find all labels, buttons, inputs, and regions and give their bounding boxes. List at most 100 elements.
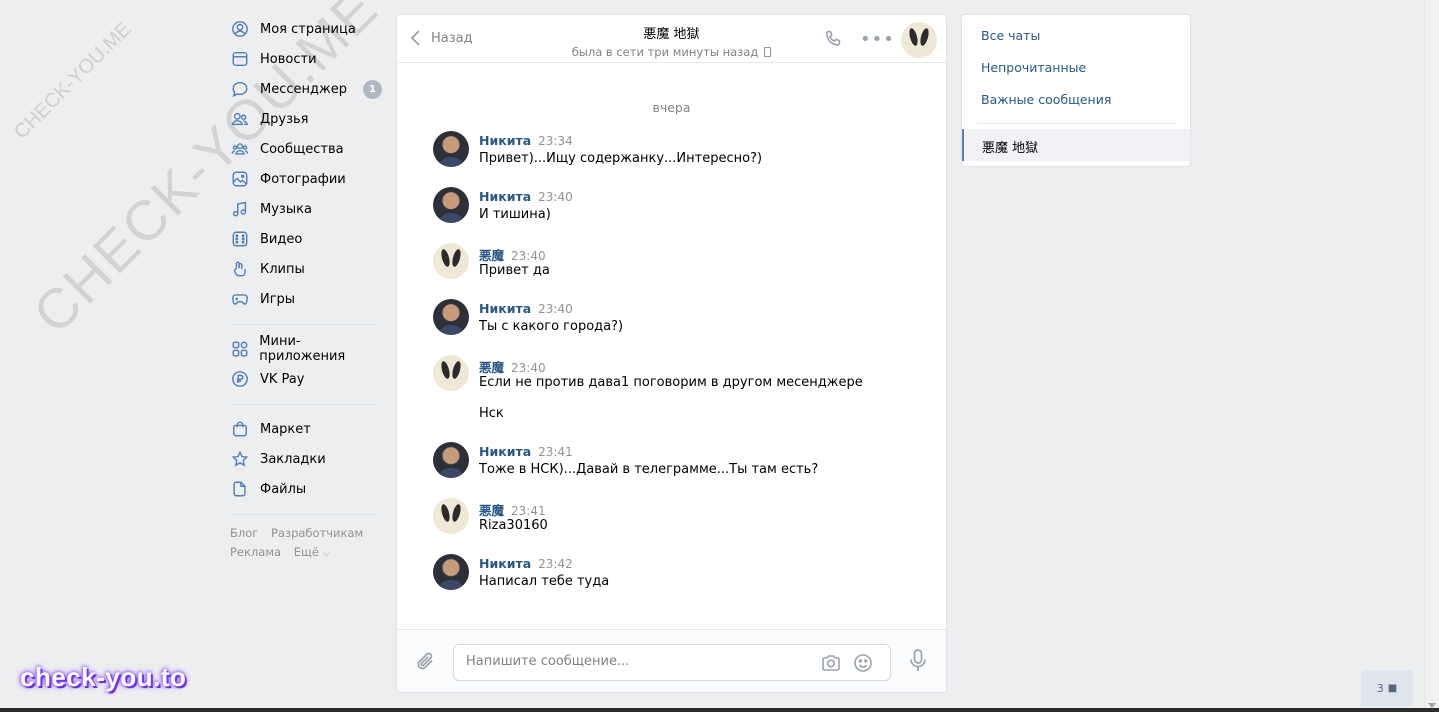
message-history: вчера Никита 23:34 Привет)...Ищу содержан…: [397, 64, 946, 629]
nav-item-photos[interactable]: Фотографии: [230, 164, 382, 194]
message-time: 23:40: [538, 302, 573, 316]
nav-divider: [230, 404, 378, 405]
footer-link-more[interactable]: Ещё ⌵: [294, 545, 339, 559]
message-time: 23:41: [511, 504, 546, 518]
filter-unread[interactable]: Непрочитанные: [981, 60, 1086, 75]
news-icon: [230, 49, 250, 69]
nav-item-bookmarks[interactable]: Закладки: [230, 444, 382, 474]
message-author[interactable]: Никита: [479, 189, 531, 204]
nav-item-music[interactable]: Музыка: [230, 194, 382, 224]
nav-label: Игры: [260, 291, 296, 307]
message-author[interactable]: Никита: [479, 133, 531, 148]
message-icon: [230, 79, 250, 99]
scroll-thumb[interactable]: [1428, 0, 1436, 640]
nav-item-games[interactable]: Игры: [230, 284, 382, 314]
panel-divider: [977, 123, 1177, 124]
message-time: 23:34: [538, 134, 573, 148]
more-label: Ещё: [293, 545, 319, 559]
nav-label: Маркет: [260, 421, 311, 437]
message-time: 23:42: [538, 557, 573, 571]
message-composer: [397, 629, 946, 692]
nav-label: VK Pay: [260, 371, 305, 387]
nav-item-video[interactable]: Видео: [230, 224, 382, 254]
active-chat-item[interactable]: 悪魔 地獄: [962, 129, 1190, 161]
message-text: Нск: [479, 406, 504, 421]
nav-item-friends[interactable]: Друзья: [230, 104, 382, 134]
message-author[interactable]: Никита: [479, 301, 531, 316]
bookmarks-icon: [230, 449, 250, 469]
nav-item-news[interactable]: Новости: [230, 44, 382, 74]
attach-button[interactable]: [415, 650, 437, 676]
nav-label: Фотографии: [260, 171, 346, 187]
avatar[interactable]: [433, 498, 469, 534]
camera-icon: [822, 655, 840, 671]
nav-item-messenger[interactable]: Мессенджер 1: [230, 74, 382, 104]
nav-item-vk-pay[interactable]: VK Pay: [230, 364, 382, 394]
nav-label: Сообщества: [260, 141, 344, 157]
mobile-icon: [764, 47, 772, 57]
message-time: 23:41: [538, 445, 573, 459]
paperclip-icon: [417, 652, 433, 670]
nav-item-my-page[interactable]: Моя страница: [230, 14, 382, 44]
nav-item-market[interactable]: Маркет: [230, 414, 382, 444]
nav-label: Новости: [260, 51, 317, 67]
footer-link-ads[interactable]: Реклама: [230, 545, 281, 559]
nav-label: Мини-приложения: [259, 334, 346, 364]
online-friends-widget[interactable]: 3 ■: [1361, 670, 1413, 706]
message-author[interactable]: Никита: [479, 556, 531, 571]
left-nav: Моя страница Новости Мессенджер 1 Друзья…: [230, 14, 382, 564]
video-icon: [230, 229, 250, 249]
smile-icon: [854, 654, 872, 672]
avatar[interactable]: [433, 187, 469, 223]
online-count: 3: [1376, 681, 1384, 695]
status-text: была в сети три минуты назад: [571, 45, 759, 59]
chat-header-avatar[interactable]: [901, 22, 937, 62]
filter-important[interactable]: Важные сообщения: [981, 92, 1111, 107]
more-dots-icon: •••: [860, 29, 895, 50]
avatar[interactable]: [433, 554, 469, 590]
nav-item-communities[interactable]: Сообщества: [230, 134, 382, 164]
message-input[interactable]: [466, 654, 806, 669]
watermark-small: CHECK-YOU.ME: [10, 17, 136, 144]
nav-item-clips[interactable]: Клипы: [230, 254, 382, 284]
chat-header: Назад 悪魔 地獄 была в сети три минуты назад…: [397, 15, 946, 63]
market-icon: [230, 419, 250, 439]
avatar[interactable]: [433, 131, 469, 167]
avatar[interactable]: [433, 355, 469, 391]
nav-label: Файлы: [260, 481, 307, 497]
avatar[interactable]: [433, 243, 469, 279]
user-circle-icon: [230, 19, 250, 39]
message-time: 23:40: [511, 361, 546, 375]
message-text: Привет да: [479, 263, 550, 278]
nav-item-mini-apps[interactable]: Мини-приложения: [230, 334, 382, 364]
avatar[interactable]: [433, 442, 469, 478]
message-time: 23:40: [511, 249, 546, 263]
message-time: 23:40: [538, 190, 573, 204]
message-text: Если не против дава1 поговорим в другом …: [479, 375, 863, 390]
message-author[interactable]: Никита: [479, 444, 531, 459]
nav-divider: [230, 514, 378, 515]
camera-button[interactable]: [820, 653, 842, 677]
nav-item-files[interactable]: Файлы: [230, 474, 382, 504]
nav-label: Друзья: [260, 111, 309, 127]
voice-message-button[interactable]: [907, 648, 929, 678]
footer-link-blog[interactable]: Блог: [230, 526, 258, 540]
message-author[interactable]: 悪魔: [479, 360, 504, 375]
date-separator: вчера: [652, 100, 691, 115]
chat-panel: Назад 悪魔 地獄 была в сети три минуты назад…: [396, 14, 947, 693]
message-author[interactable]: 悪魔: [479, 248, 504, 263]
avatar[interactable]: [433, 299, 469, 335]
more-actions-button[interactable]: •••: [860, 29, 895, 50]
games-icon: [230, 289, 250, 309]
footer-link-developers[interactable]: Разработчикам: [271, 526, 363, 540]
chat-filters-panel: Все чаты Непрочитанные Важные сообщения …: [961, 14, 1191, 167]
call-button[interactable]: [823, 29, 843, 53]
communities-icon: [230, 139, 250, 159]
message-text: Riza30160: [479, 518, 548, 533]
unread-badge: 1: [363, 80, 382, 99]
message-author[interactable]: 悪魔: [479, 503, 504, 518]
page-scrollbar[interactable]: [1424, 0, 1439, 712]
emoji-button[interactable]: [852, 653, 874, 677]
filter-all-chats[interactable]: Все чаты: [981, 28, 1040, 43]
phone-icon: [826, 30, 841, 46]
